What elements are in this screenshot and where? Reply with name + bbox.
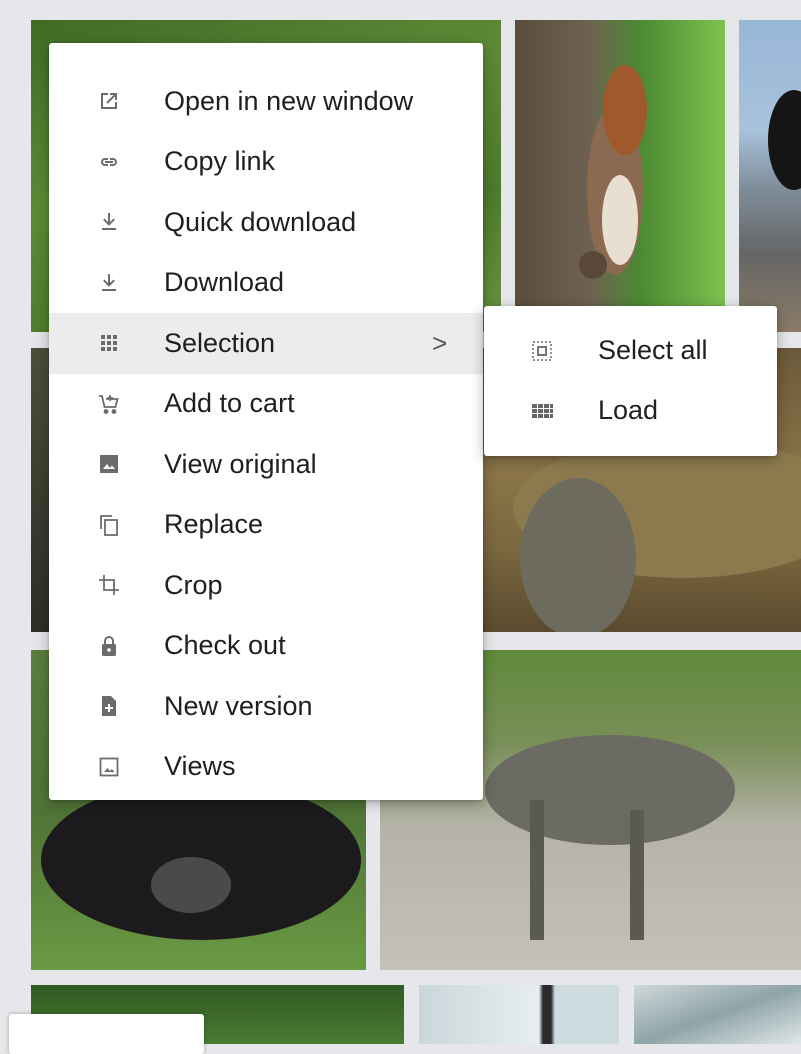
submenu-item-label: Load: [598, 395, 659, 425]
menu-item-view-original[interactable]: View original: [49, 434, 483, 495]
menu-item-copy-link[interactable]: Copy link: [49, 132, 483, 193]
grid-icon: [97, 331, 121, 355]
squirrel-figure: [579, 65, 647, 279]
menu-item-label: Download: [164, 267, 285, 298]
black-cat-figure: [768, 90, 801, 190]
download-icon: [97, 271, 121, 295]
select-all-icon: [530, 339, 554, 363]
gallery-image-bird-at-window[interactable]: [419, 985, 619, 1044]
new-file-icon: [97, 694, 121, 718]
menu-item-new-version[interactable]: New version: [49, 676, 483, 737]
menu-item-label: Open in new window: [164, 85, 414, 116]
menu-item-selection[interactable]: Selection >: [49, 313, 483, 374]
status-popup: [9, 1014, 204, 1054]
submenu-item-load[interactable]: Load: [484, 381, 777, 441]
menu-item-crop[interactable]: Crop: [49, 555, 483, 616]
menu-item-label: Copy link: [164, 146, 276, 177]
menu-item-check-out[interactable]: Check out: [49, 616, 483, 677]
menu-item-quick-download[interactable]: Quick download: [49, 192, 483, 253]
menu-item-label: Views: [164, 751, 236, 782]
selection-submenu: Select all Load: [484, 306, 777, 456]
submenu-item-select-all[interactable]: Select all: [484, 321, 777, 381]
menu-item-add-to-cart[interactable]: Add to cart: [49, 374, 483, 435]
menu-item-open-in-new-window[interactable]: Open in new window: [49, 71, 483, 132]
menu-item-replace[interactable]: Replace: [49, 495, 483, 556]
chevron-right-icon: >: [432, 327, 448, 358]
add-cart-icon: [97, 392, 121, 416]
image-outline-icon: [97, 755, 121, 779]
menu-item-label: New version: [164, 690, 313, 721]
crop-icon: [97, 573, 121, 597]
gallery-image-glass-roof[interactable]: [634, 985, 801, 1044]
grid-small-icon: [530, 399, 554, 423]
gallery-image-small-left[interactable]: [31, 348, 49, 632]
context-menu: Open in new window Copy link Quick downl…: [49, 43, 483, 800]
menu-item-label: View original: [164, 448, 317, 479]
menu-item-label: Selection: [164, 327, 276, 358]
open-in-new-icon: [97, 89, 121, 113]
menu-item-label: Check out: [164, 630, 286, 661]
image-icon: [97, 452, 121, 476]
menu-item-label: Add to cart: [164, 388, 295, 419]
menu-item-views[interactable]: Views: [49, 737, 483, 798]
link-icon: [97, 150, 121, 174]
copy-icon: [97, 513, 121, 537]
menu-item-label: Replace: [164, 509, 264, 540]
gallery-image-squirrel-on-tree[interactable]: [515, 20, 725, 332]
submenu-item-label: Select all: [598, 335, 708, 365]
menu-item-label: Quick download: [164, 206, 357, 237]
lock-icon: [97, 634, 121, 658]
download-icon: [97, 210, 121, 234]
menu-item-download[interactable]: Download: [49, 253, 483, 314]
menu-item-label: Crop: [164, 569, 223, 600]
gallery-image-black-cat-on-roof[interactable]: [739, 20, 801, 332]
